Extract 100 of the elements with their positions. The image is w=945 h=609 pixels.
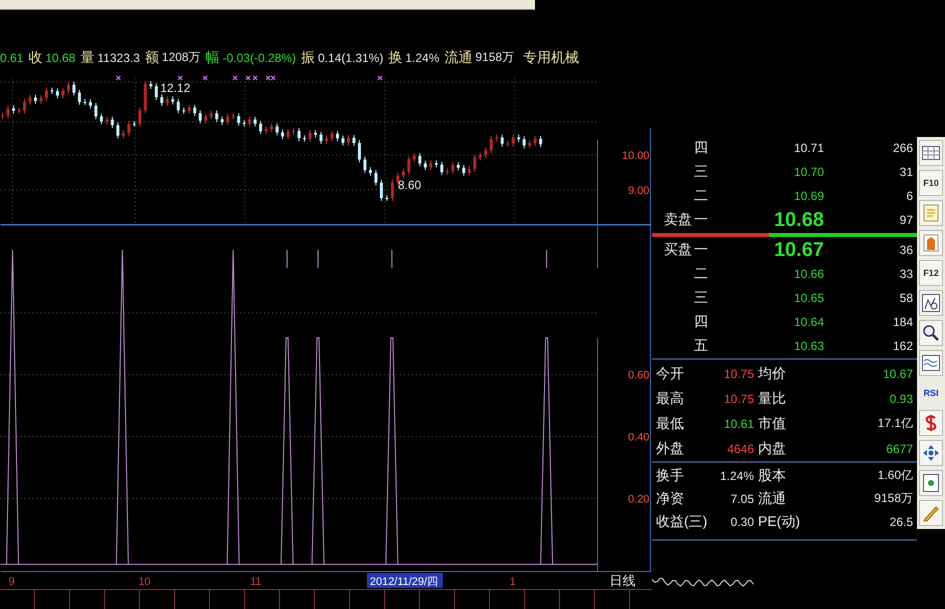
date-label: 1	[510, 576, 516, 588]
toolbar-button[interactable]	[919, 320, 943, 346]
quote-label: 流通	[444, 48, 472, 67]
axis-label: 0.60	[628, 369, 650, 382]
order-level: 一	[694, 241, 709, 259]
quote-label: 收	[28, 48, 42, 67]
chart-search-icon	[922, 294, 940, 312]
stat-value: 1.60亿	[876, 467, 914, 484]
order-level: 一	[694, 211, 709, 229]
stat-label: 内盘	[758, 440, 787, 458]
signal-mark	[377, 75, 382, 81]
order-price: 10.70	[792, 165, 824, 179]
search-icon	[922, 324, 940, 342]
order-volume: 266	[892, 141, 914, 155]
order-side-label: 卖盘	[663, 211, 693, 229]
stat-label: 量比	[758, 390, 787, 408]
order-price: 10.66	[792, 267, 824, 281]
stat-value: 1.24%	[718, 468, 755, 482]
order-side-label: 买盘	[663, 241, 693, 259]
toolbar-button[interactable]	[919, 470, 943, 496]
order-level: 二	[694, 265, 709, 283]
notes-icon	[923, 204, 939, 222]
order-volume: 31	[898, 165, 914, 179]
signal-mark	[232, 75, 238, 81]
date-label: 2012/11/29/四	[366, 573, 443, 588]
building-icon	[923, 234, 939, 252]
stat-label: 市值	[758, 414, 787, 432]
stat-value: 17.1亿	[876, 415, 914, 432]
stat-label: PE(动)	[758, 512, 801, 530]
signal-mark	[116, 75, 121, 81]
quote-value: 0.61	[0, 50, 24, 65]
order-price: 10.69	[792, 189, 824, 203]
toolbar-button[interactable]: F10	[919, 170, 943, 196]
quote-value: 0.14(1.31%)	[318, 50, 384, 65]
axis-label: 9.00	[628, 184, 650, 197]
order-level: 三	[694, 163, 709, 181]
order-level: 四	[694, 139, 709, 157]
quote-value: -0.03(-0.28%)	[222, 50, 296, 65]
stat-value: 6677	[885, 442, 914, 456]
order-level: 二	[694, 187, 709, 205]
toolbar-button[interactable]: RSI	[919, 380, 943, 406]
quote-value: 10.68	[45, 50, 76, 65]
stat-label: 收益(三)	[656, 512, 708, 530]
quote-value: 1208万	[162, 49, 201, 66]
wave-chart-icon	[922, 355, 940, 371]
stat-value: 0.30	[730, 514, 755, 528]
date-label: 9	[8, 576, 15, 588]
order-volume: 97	[898, 213, 914, 227]
stat-value: 10.61	[722, 416, 755, 430]
order-volume: 58	[898, 291, 914, 305]
order-price: 10.67	[772, 238, 824, 262]
stat-label: 最高	[656, 390, 685, 408]
quote-label: 振	[300, 48, 315, 67]
quote-label: 量	[80, 48, 94, 67]
stat-value: 26.5	[888, 514, 914, 528]
toolbar-button[interactable]	[919, 440, 943, 466]
order-price: 10.64	[792, 315, 824, 329]
stat-value: 9158万	[873, 490, 914, 507]
toolbar-button[interactable]	[919, 350, 943, 376]
stat-value: 10.67	[882, 366, 914, 380]
order-volume: 36	[898, 243, 914, 257]
industry-label: 专用机械	[523, 48, 580, 67]
pencil-icon	[922, 504, 940, 522]
order-price: 10.63	[792, 339, 824, 353]
quote-label: 幅	[206, 48, 220, 67]
stat-value: 4646	[726, 442, 755, 456]
high-price-label: 12.12	[160, 80, 190, 95]
quote-value: 9158万	[475, 49, 514, 66]
stat-value: 7.05	[730, 492, 755, 506]
dollar-icon	[924, 414, 938, 432]
order-price: 10.71	[792, 141, 824, 155]
signal-mark	[178, 75, 183, 81]
order-level: 五	[694, 337, 709, 355]
quote-value: 1.24%	[405, 50, 440, 65]
order-volume: 184	[892, 315, 914, 329]
order-volume: 33	[898, 267, 914, 281]
toolbar-button[interactable]	[919, 140, 943, 166]
axis-label: 0.40	[628, 431, 650, 444]
stat-value: 10.75	[722, 392, 755, 406]
axis-label: 0.20	[628, 493, 650, 506]
toolbar-button[interactable]	[919, 290, 943, 316]
signal-mark	[202, 75, 208, 81]
quote-label: 换	[388, 48, 402, 67]
toolbar-button[interactable]: F12	[919, 260, 943, 286]
grid-icon	[922, 146, 940, 160]
stat-label: 最低	[656, 414, 685, 432]
stat-value: 10.75	[722, 366, 755, 380]
signal-mark	[252, 75, 258, 81]
order-volume: 6	[905, 189, 914, 203]
axis-label: 10.00	[622, 150, 650, 162]
stat-label: 流通	[758, 490, 787, 508]
quote-label: 额	[144, 48, 159, 67]
order-level: 四	[694, 313, 709, 331]
date-label: 11	[250, 576, 262, 588]
low-price-label: 8.60	[398, 178, 422, 192]
date-label: 10	[138, 576, 151, 588]
order-level: 三	[694, 289, 709, 307]
order-volume: 162	[892, 339, 914, 353]
stat-label: 换手	[656, 466, 685, 484]
stat-label: 股本	[758, 466, 787, 484]
